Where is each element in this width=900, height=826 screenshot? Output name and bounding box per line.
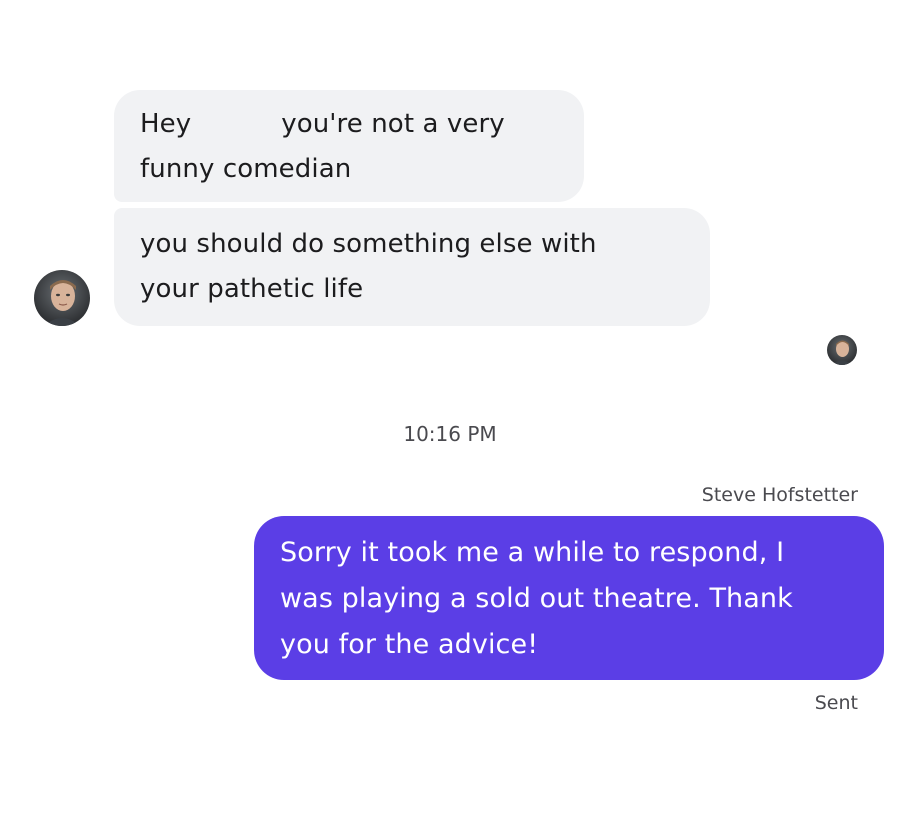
message-line: Sorry it took me a while to respond, I — [280, 537, 785, 568]
sender-name-label: Steve Hofstetter — [701, 484, 858, 506]
sender-avatar[interactable] — [34, 270, 90, 326]
avatar-photo-icon — [34, 270, 90, 326]
incoming-message-bubble[interactable]: you should do something else with your p… — [114, 208, 710, 326]
message-thread: Hey you're not a very funny comedian you … — [0, 0, 900, 826]
message-timestamp: 10:16 PM — [403, 422, 497, 446]
message-status: Sent — [814, 692, 858, 714]
message-line: Hey you're not a very — [140, 102, 558, 147]
message-line: you for the advice! — [280, 629, 539, 660]
redacted-name — [191, 110, 281, 140]
message-line: was playing a sold out theatre. Thank — [280, 583, 793, 614]
read-receipt-avatar — [827, 335, 857, 365]
outgoing-message-bubble[interactable]: Sorry it took me a while to respond, I w… — [254, 516, 884, 680]
message-line: you should do something else with — [140, 229, 597, 259]
message-text-segment: you're not a very — [281, 109, 505, 139]
avatar-photo-small-icon — [827, 335, 857, 365]
message-text-segment: Hey — [140, 109, 192, 139]
incoming-message-bubble[interactable]: Hey you're not a very funny comedian — [114, 90, 584, 202]
message-line: funny comedian — [140, 154, 352, 184]
message-line: your pathetic life — [140, 274, 364, 304]
